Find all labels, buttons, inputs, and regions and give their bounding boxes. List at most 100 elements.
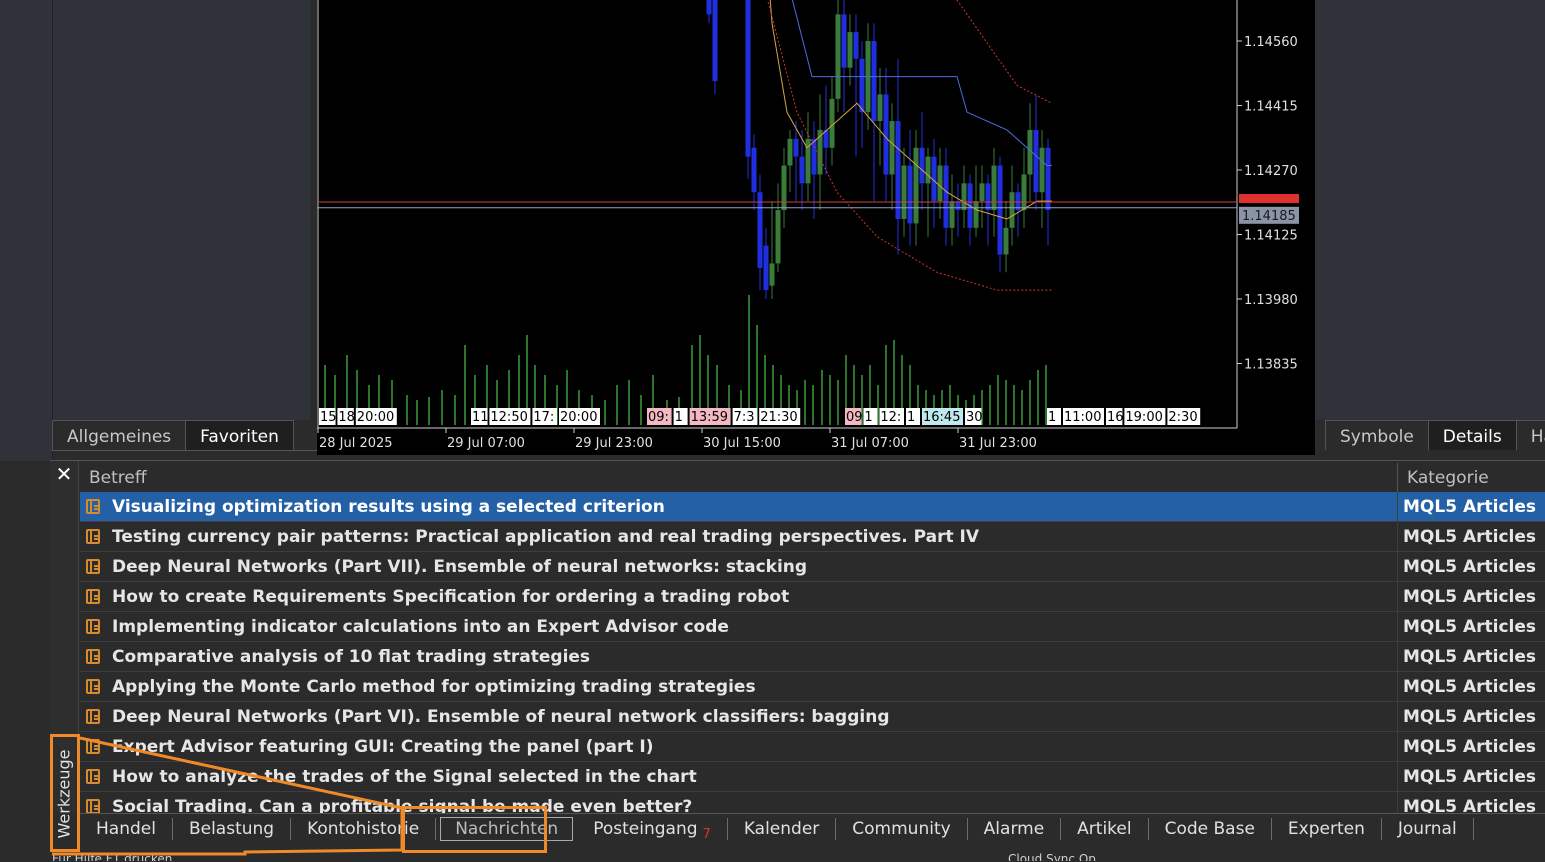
list-item[interactable]: Visualizing optimization results using a… <box>80 492 1545 522</box>
candle-body <box>841 14 847 68</box>
tab-label: Posteingang <box>593 819 698 839</box>
time-label: 30 Jul 15:00 <box>703 436 781 451</box>
session-marker: 16:45 <box>923 410 960 425</box>
session-marker: 15 <box>320 410 337 425</box>
candle-body <box>793 138 799 157</box>
news-category: MQL5 Articles <box>1403 767 1536 787</box>
tab-ha[interactable]: Ha <box>1515 420 1545 450</box>
candle-body <box>925 156 931 184</box>
session-marker: 1 <box>907 410 915 425</box>
tab-experten[interactable]: Experten <box>1272 818 1382 840</box>
news-subject: Comparative analysis of 10 flat trading … <box>112 647 591 667</box>
session-marker: 11:00 <box>1064 410 1101 425</box>
list-item[interactable]: Implementing indicator calculations into… <box>80 612 1545 642</box>
list-item[interactable]: Applying the Monte Carlo method for opti… <box>80 672 1545 702</box>
highlight-werkzeuge <box>50 734 80 852</box>
status-bar: Für Hilfe F1 drücken Cloud Sync Op <box>50 846 1545 861</box>
bid-price-label: 1.14185 <box>1242 209 1296 224</box>
tab-kalender[interactable]: Kalender <box>728 818 837 840</box>
list-item[interactable]: Testing currency pair patterns: Practica… <box>80 522 1545 552</box>
price-chart[interactable]: 1.14560 1.14415 1.14270 1.14125 1.13980 1.138… <box>317 0 1315 455</box>
market-watch-tabs: Symbole Details Ha <box>1325 420 1545 450</box>
session-marker: 12: <box>880 410 901 425</box>
candle-body <box>769 263 775 286</box>
tab-allgemeines[interactable]: Allgemeines <box>52 420 187 450</box>
tab-label: Code Base <box>1164 819 1255 839</box>
column-header-category[interactable]: Kategorie <box>1407 468 1489 488</box>
row-divider <box>1397 492 1398 522</box>
tab-belastung[interactable]: Belastung <box>173 818 292 840</box>
candle-body <box>919 147 925 184</box>
news-category: MQL5 Articles <box>1403 797 1536 813</box>
table-header: Betreff Kategorie <box>80 463 1545 493</box>
candle-body <box>859 58 865 113</box>
tab-artikel[interactable]: Artikel <box>1061 818 1149 840</box>
news-subject: Testing currency pair patterns: Practica… <box>112 527 979 547</box>
tab-handel[interactable]: Handel <box>80 818 173 840</box>
candle-body <box>895 121 901 219</box>
list-item[interactable]: Comparative analysis of 10 flat trading … <box>80 642 1545 672</box>
article-icon <box>86 769 100 784</box>
session-marker: 21:30 <box>760 410 797 425</box>
tab-details[interactable]: Details <box>1427 420 1517 450</box>
candle-body <box>835 14 841 99</box>
session-marker: 19:00 <box>1125 410 1162 425</box>
news-subject: How to create Requirements Specification… <box>112 587 790 607</box>
tab-symbole[interactable]: Symbole <box>1325 420 1429 450</box>
candle-body <box>907 165 913 224</box>
article-icon <box>86 799 100 813</box>
tab-label: Handel <box>96 819 156 839</box>
candle-body <box>1003 227 1009 255</box>
list-item[interactable]: Expert Advisor featuring GUI: Creating t… <box>80 732 1545 762</box>
session-marker: 30 <box>966 410 983 425</box>
candle-body <box>997 165 1003 255</box>
article-icon <box>86 679 100 694</box>
candle-body <box>943 165 949 228</box>
row-divider <box>1397 612 1398 642</box>
article-icon <box>86 649 100 664</box>
session-marker: 7:3 <box>734 410 755 425</box>
tab-posteingang[interactable]: Posteingang 7 <box>577 818 728 842</box>
status-right: Cloud Sync Op <box>1008 852 1096 861</box>
close-icon[interactable]: ✕ <box>52 462 76 486</box>
tab-alarme[interactable]: Alarme <box>968 818 1062 840</box>
article-icon <box>86 529 100 544</box>
candle-body <box>949 201 955 228</box>
moving-average-fast <box>769 0 1052 220</box>
session-marker: 18 <box>338 410 355 425</box>
article-icon <box>86 559 100 574</box>
news-subject: Deep Neural Networks (Part VI). Ensemble… <box>112 707 890 727</box>
article-icon <box>86 709 100 724</box>
news-category: MQL5 Articles <box>1403 527 1536 547</box>
column-divider[interactable] <box>1397 463 1398 492</box>
list-item[interactable]: Deep Neural Networks (Part VII). Ensembl… <box>80 552 1545 582</box>
list-item[interactable]: How to analyze the trades of the Signal … <box>80 762 1545 792</box>
article-icon <box>86 499 100 514</box>
tab-favoriten[interactable]: Favoriten <box>185 420 294 450</box>
row-divider <box>1397 792 1398 813</box>
article-icon <box>86 739 100 754</box>
session-marker: 20:00 <box>560 410 597 425</box>
list-item[interactable]: How to create Requirements Specification… <box>80 582 1545 612</box>
news-list: Visualizing optimization results using a… <box>80 492 1545 813</box>
column-header-subject[interactable]: Betreff <box>89 468 147 488</box>
tab-journal[interactable]: Journal <box>1382 818 1474 840</box>
session-marker: 1 <box>864 410 872 425</box>
status-left: Für Hilfe F1 drücken <box>52 852 173 861</box>
list-item[interactable]: Social Trading. Can a profitable signal … <box>80 792 1545 813</box>
session-marker: 09: <box>648 410 669 425</box>
tab-community[interactable]: Community <box>836 818 968 840</box>
candle-body <box>787 138 793 166</box>
list-item[interactable]: Deep Neural Networks (Part VI). Ensemble… <box>80 702 1545 732</box>
chart-canvas[interactable]: 1.14560 1.14415 1.14270 1.14125 1.13980 1.138… <box>317 0 1315 455</box>
row-divider <box>1397 582 1398 612</box>
news-subject: How to analyze the trades of the Signal … <box>112 767 697 787</box>
tab-label: Community <box>852 819 951 839</box>
session-marker: 09 <box>846 410 863 425</box>
time-label: 28 Jul 2025 <box>319 436 393 451</box>
tab-code-base[interactable]: Code Base <box>1149 818 1272 840</box>
candle-body <box>1033 129 1039 193</box>
candle-body <box>757 192 763 268</box>
candle-body <box>961 183 967 211</box>
candle-body <box>883 94 889 175</box>
